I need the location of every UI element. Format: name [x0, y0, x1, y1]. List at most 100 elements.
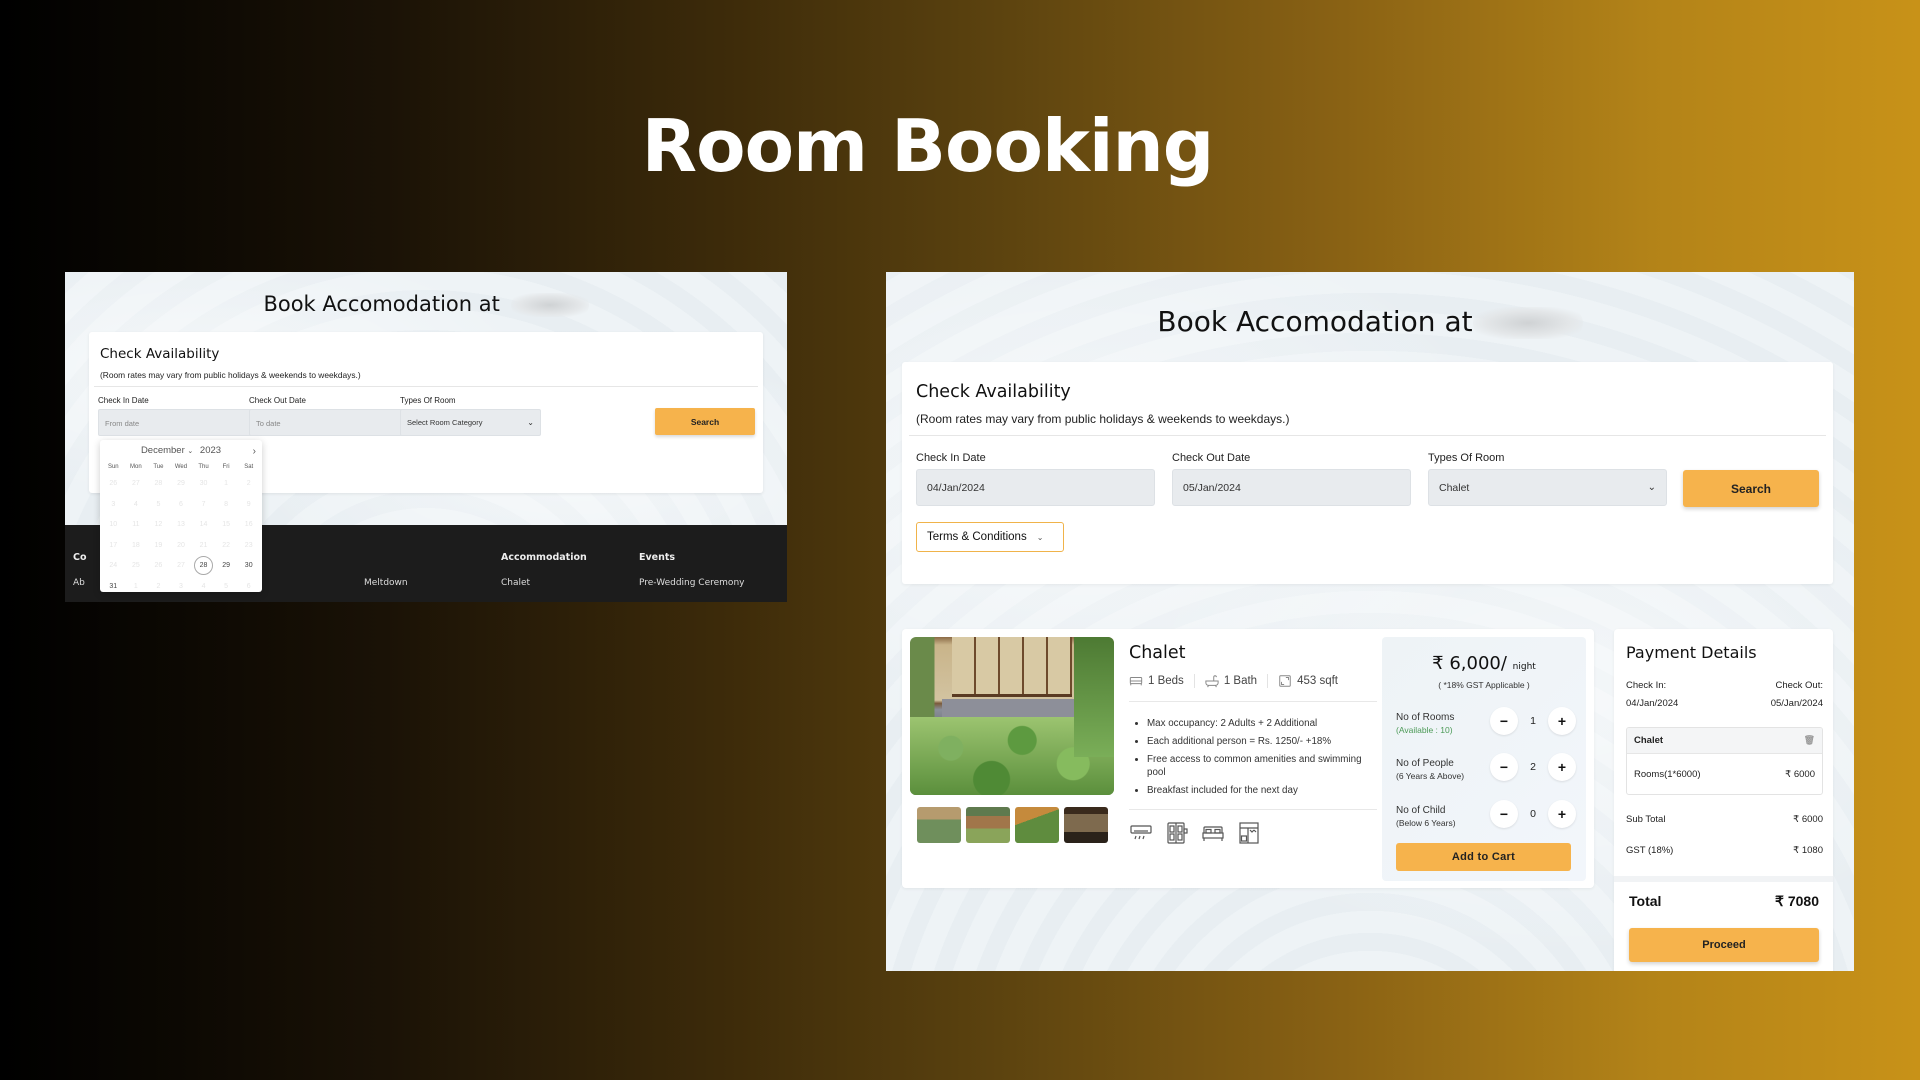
calendar-day: 24	[102, 556, 125, 577]
add-to-cart-button[interactable]: Add to Cart	[1396, 843, 1571, 871]
day-number: 1	[224, 480, 229, 487]
room-price: ₹ 6,000/ night	[1382, 653, 1586, 674]
increment-button[interactable]: +	[1548, 753, 1576, 781]
air-conditioner-icon	[1130, 825, 1152, 840]
people-sub: (6 Years & Above)	[1396, 771, 1465, 781]
total-section: Total ₹ 7080 Proceed	[1614, 876, 1833, 971]
room-type-label: Types Of Room	[400, 396, 456, 405]
check-in-label: Check In Date	[916, 452, 986, 464]
beds-spec: 1 Beds	[1129, 674, 1194, 688]
cart-line-label: Rooms(1*6000)	[1634, 768, 1701, 780]
right-screenshot-panel: Book Accomodation at Check Availability …	[886, 272, 1854, 971]
check-availability-heading: Check Availability	[916, 382, 1071, 402]
thumbnail[interactable]	[917, 807, 961, 843]
search-button[interactable]: Search	[1683, 470, 1819, 507]
decrement-button[interactable]: −	[1490, 800, 1518, 828]
room-features-list: Max occupancy: 2 Adults + 2 Additional E…	[1147, 717, 1367, 802]
day-number: 2	[246, 480, 251, 487]
feature-item: Max occupancy: 2 Adults + 2 Additional	[1147, 717, 1367, 730]
trash-icon[interactable]: 🗑	[1804, 735, 1815, 746]
month-select[interactable]: December ⌄	[141, 445, 193, 456]
rooms-label: No of Rooms (Available : 10)	[1396, 711, 1454, 737]
day-number: 12	[154, 521, 163, 528]
proceed-button[interactable]: Proceed	[1629, 928, 1819, 962]
room-type-selected: Select Room Category	[407, 418, 483, 427]
child-label: No of Child (Below 6 Years)	[1396, 804, 1456, 830]
footer-link[interactable]: Meltdown	[364, 578, 408, 588]
day-number: 6	[246, 582, 251, 590]
cart-item-line: Rooms(1*6000) ₹ 6000	[1627, 754, 1822, 794]
payment-heading: Payment Details	[1626, 643, 1757, 662]
decrement-button[interactable]: −	[1490, 707, 1518, 735]
calendar-day[interactable]: 31	[102, 577, 125, 598]
calendar-day: 1	[125, 577, 148, 598]
day-number: 10	[109, 521, 118, 528]
divider	[1129, 701, 1377, 702]
weekday-label: Wed	[174, 464, 188, 470]
divider	[94, 386, 758, 387]
day-number: 23	[244, 541, 253, 549]
check-out-input[interactable]: 05/Jan/2024	[1172, 469, 1411, 506]
child-label-text: No of Child	[1396, 805, 1446, 816]
day-number: 29	[222, 562, 231, 569]
weekday-label: Mon	[130, 464, 142, 470]
cart-line-value: ₹ 6000	[1785, 768, 1815, 780]
decrement-button[interactable]: −	[1490, 753, 1518, 781]
people-label-text: No of People	[1396, 758, 1454, 769]
day-number: 24	[109, 562, 118, 569]
calendar-day: 15	[215, 515, 238, 536]
check-in-label: Check In Date	[98, 396, 149, 405]
increment-button[interactable]: +	[1548, 707, 1576, 735]
check-in-field: Check In Date 04/Jan/2024	[916, 452, 1155, 506]
room-type-select[interactable]: Select Room Category ⌄	[400, 409, 541, 436]
thumbnail[interactable]	[1064, 807, 1108, 843]
calendar-day[interactable]: 29	[215, 556, 238, 577]
footer-link[interactable]: Pre-Wedding Ceremony	[639, 578, 744, 588]
child-quantity-row: No of Child (Below 6 Years) − 0 +	[1396, 800, 1576, 834]
rooms-value: 1	[1530, 715, 1536, 727]
room-card: Chalet 1 Beds 1 Bath 453 sqft Max occupa…	[902, 629, 1594, 888]
increment-button[interactable]: +	[1548, 800, 1576, 828]
date-picker-popup: December ⌄ 2023 › Sun Mon Tue Wed Thu Fri Sat 2…	[100, 440, 262, 592]
rooms-available: (Available : 10)	[1396, 725, 1453, 735]
people-label: No of People (6 Years & Above)	[1396, 757, 1464, 783]
footer-link[interactable]: Ab	[73, 578, 85, 588]
calendar-day[interactable]: 30	[237, 556, 260, 577]
thumbnail[interactable]	[966, 807, 1010, 843]
calendar-day: 27	[170, 556, 193, 577]
terms-conditions-dropdown[interactable]: Terms & Conditions ⌄	[916, 522, 1064, 552]
day-number: 18	[131, 541, 140, 549]
calendar-day: 3	[102, 495, 125, 516]
room-type-select[interactable]: Chalet ⌄	[1428, 469, 1667, 506]
day-number: 17	[109, 541, 118, 549]
room-name: Chalet	[1129, 643, 1186, 663]
search-button[interactable]: Search	[655, 408, 755, 435]
thumbnail[interactable]	[1015, 807, 1059, 843]
child-sub: (Below 6 Years)	[1396, 818, 1456, 828]
calendar-day: 21	[192, 536, 215, 557]
calendar-day: 4	[192, 577, 215, 598]
day-number: 13	[177, 521, 185, 528]
rooms-stepper: − 1 +	[1490, 707, 1576, 735]
weekday-label: Fri	[222, 464, 230, 470]
total-label: Total	[1629, 893, 1662, 909]
booking-page-title: Book Accomodation at	[886, 305, 1854, 339]
footer-link[interactable]: Chalet	[501, 578, 530, 588]
bath-spec: 1 Bath	[1193, 674, 1267, 688]
check-out-input[interactable]: To date	[249, 409, 422, 436]
calendar-day: 8	[215, 495, 238, 516]
rates-note: (Room rates may vary from public holiday…	[916, 412, 1290, 426]
calendar-day: 7	[192, 495, 215, 516]
check-in-input[interactable]: From date	[98, 409, 271, 436]
calendar-day: 5	[215, 577, 238, 598]
room-type-field: Types Of Room Select Room Category ⌄	[400, 396, 541, 436]
calendar-day-selected[interactable]: 28	[192, 556, 215, 577]
chevron-right-icon[interactable]: ›	[253, 446, 256, 457]
check-in-input[interactable]: 04/Jan/2024	[916, 469, 1155, 506]
booking-title-text: Book Accomodation at	[263, 292, 500, 316]
year-input[interactable]: 2023	[200, 445, 221, 456]
room-main-photo[interactable]	[910, 637, 1114, 795]
day-number: 27	[131, 480, 140, 487]
price-amount: ₹ 6,000/	[1432, 653, 1507, 674]
calendar-day: 9	[237, 495, 260, 516]
